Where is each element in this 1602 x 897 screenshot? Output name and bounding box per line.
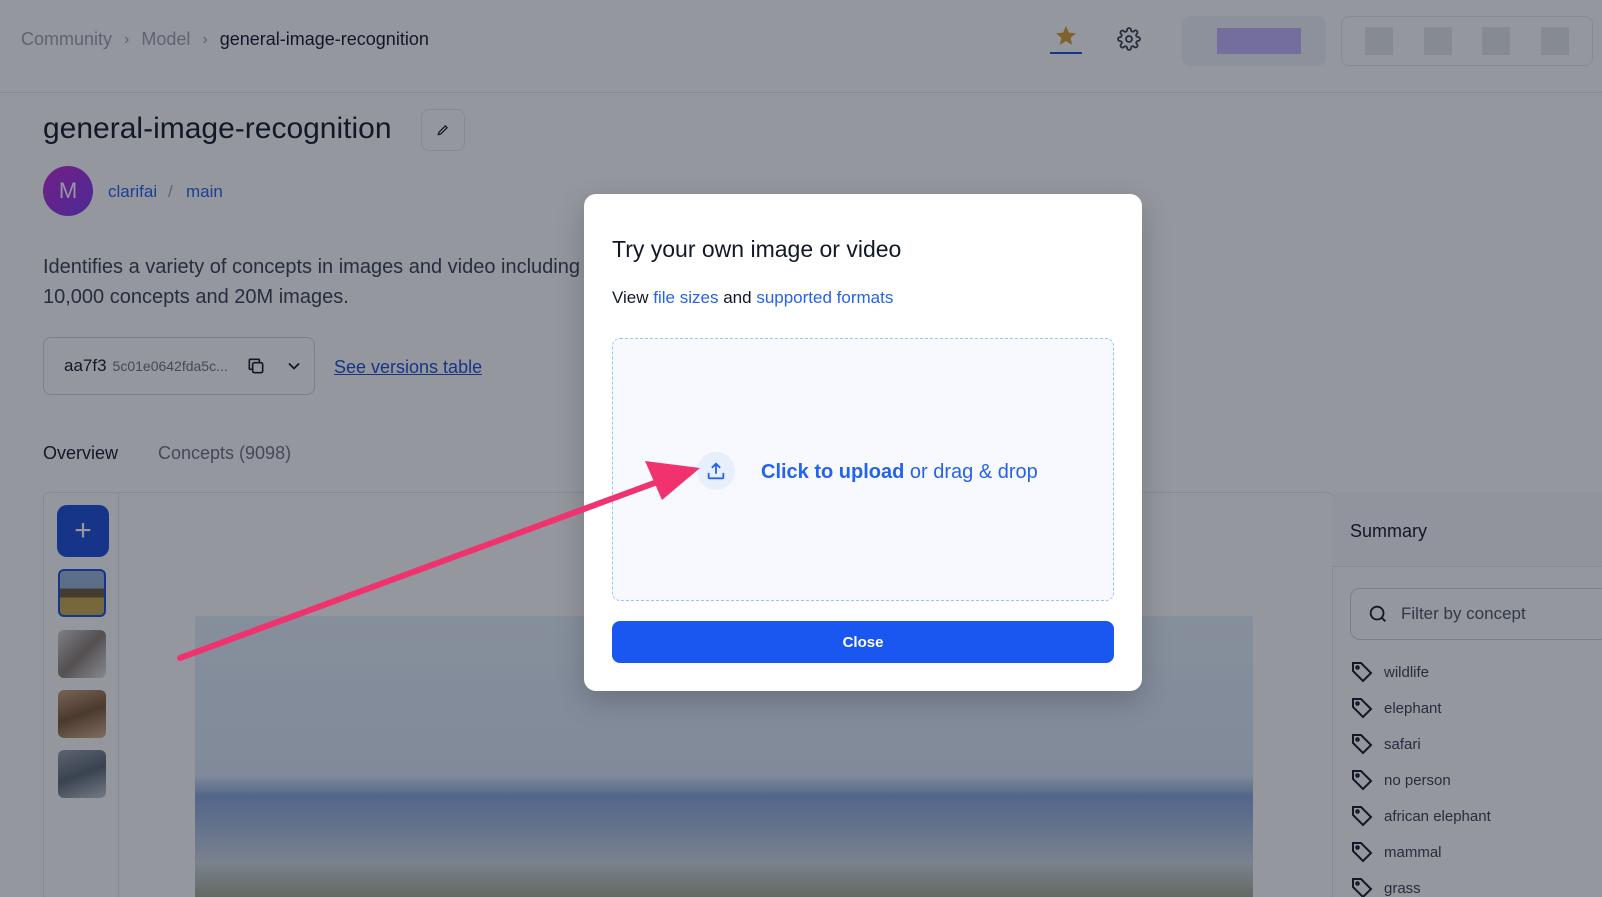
upload-modal: Try your own image or video View file si… [584,194,1142,691]
drag-drop-text: or drag & drop [909,461,1038,483]
and-text: and [723,288,752,307]
supported-formats-link[interactable]: supported formats [756,288,893,307]
upload-instruction[interactable]: Click to upload or drag & drop [761,461,1038,484]
upload-icon-container [697,452,735,490]
file-sizes-link[interactable]: file sizes [653,288,718,307]
click-to-upload[interactable]: Click to upload [761,461,904,483]
view-text: View [612,288,649,307]
upload-dropzone[interactable]: Click to upload or drag & drop [612,338,1114,601]
modal-subtitle: View file sizes and supported formats [612,288,893,308]
upload-icon [707,462,725,480]
modal-title: Try your own image or video [612,236,902,262]
close-button[interactable]: Close [612,621,1114,663]
